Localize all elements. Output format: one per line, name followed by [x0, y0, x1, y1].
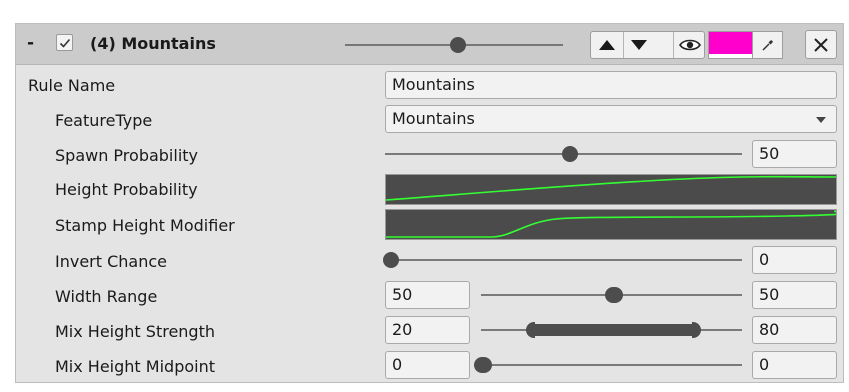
range-max-handle[interactable]: [613, 287, 623, 303]
close-icon: [814, 37, 828, 52]
range-min-handle[interactable]: [604, 287, 614, 303]
header-slider-thumb[interactable]: [450, 37, 467, 53]
feature-type-label: FeatureType: [55, 111, 153, 130]
invert-chance-track[interactable]: [385, 259, 742, 261]
rule-name-field[interactable]: Mountains: [385, 71, 837, 99]
collapse-toggle[interactable]: -: [27, 33, 34, 53]
range-min-handle[interactable]: [526, 322, 536, 338]
invert-chance-label: Invert Chance: [55, 252, 168, 271]
eye-icon: [678, 39, 701, 51]
remove-rule-button[interactable]: [805, 30, 837, 59]
width-range-max-field[interactable]: 50: [752, 281, 837, 309]
color-field[interactable]: [708, 31, 753, 59]
color-alpha-bar: [709, 54, 752, 58]
stamp-height-modifier-curve-line: [386, 210, 836, 238]
rule-header: - (4) Mountains: [16, 24, 843, 65]
visibility-toggle-button[interactable]: [673, 32, 705, 58]
height-probability-curve-line: [386, 175, 836, 201]
chevron-down-icon: [816, 117, 826, 123]
move-up-button[interactable]: [591, 32, 624, 58]
spawn-probability-thumb[interactable]: [561, 146, 578, 162]
invert-chance-thumb[interactable]: [383, 252, 399, 268]
feature-type-value: Mountains: [392, 109, 475, 128]
range-max-handle[interactable]: [691, 322, 701, 338]
spawn-probability-field[interactable]: 50: [752, 140, 837, 168]
triangle-down-icon: [631, 40, 647, 50]
move-down-button[interactable]: [623, 32, 655, 58]
order-visibility-buttons: [590, 31, 705, 59]
enable-checkbox[interactable]: [56, 34, 73, 51]
feature-type-dropdown[interactable]: Mountains: [385, 105, 837, 133]
stamp-height-modifier-label: Stamp Height Modifier: [55, 216, 235, 235]
mix-height-strength-max-field[interactable]: 80: [752, 316, 837, 344]
range-fill-bar[interactable]: [535, 324, 692, 336]
checkmark-icon: [59, 38, 71, 48]
mix-height-strength-min-field[interactable]: 20: [385, 316, 470, 344]
height-probability-curve[interactable]: [385, 174, 837, 205]
invert-chance-field[interactable]: 0: [752, 246, 837, 274]
range-max-handle[interactable]: [483, 357, 492, 373]
eyedropper-button[interactable]: [753, 31, 783, 59]
stamp-height-modifier-curve[interactable]: [385, 209, 837, 240]
rule-title: (4) Mountains: [90, 34, 216, 53]
spawn-probability-label: Spawn Probability: [55, 146, 199, 165]
triangle-up-icon: [599, 40, 615, 50]
rule-name-label: Rule Name: [28, 76, 116, 95]
mix-height-midpoint-track[interactable]: [481, 364, 742, 366]
mix-height-midpoint-label: Mix Height Midpoint: [55, 357, 215, 376]
color-swatch-fill: [709, 32, 752, 54]
mix-height-strength-label: Mix Height Strength: [55, 322, 215, 341]
mix-height-midpoint-max-field[interactable]: 0: [752, 351, 837, 379]
width-range-label: Width Range: [55, 287, 158, 306]
height-probability-label: Height Probability: [55, 180, 198, 199]
mix-height-midpoint-min-field[interactable]: 0: [385, 351, 470, 379]
width-range-min-field[interactable]: 50: [385, 281, 470, 309]
range-min-handle[interactable]: [474, 357, 483, 373]
rule-panel: - (4) Mountains Rule Name Mountains Feat…: [15, 23, 844, 383]
eyedropper-icon: [761, 40, 773, 51]
